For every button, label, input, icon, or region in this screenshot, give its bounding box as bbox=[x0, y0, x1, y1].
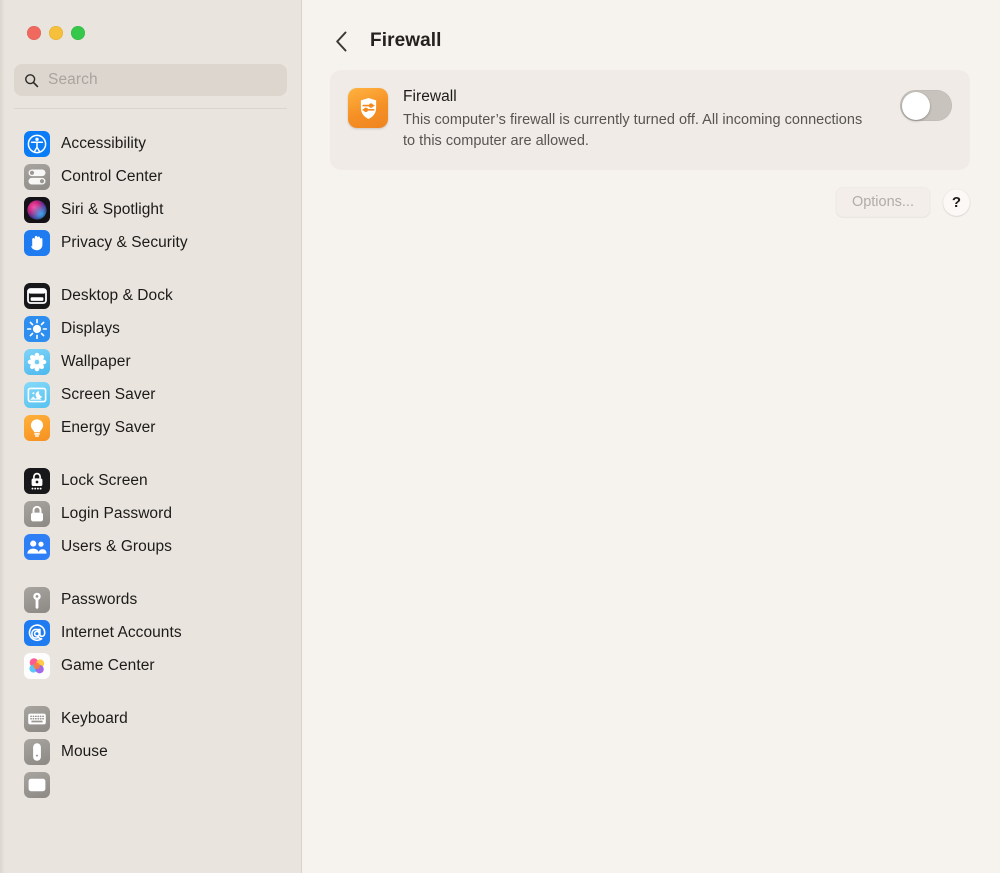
firewall-card-title: Firewall bbox=[403, 88, 457, 105]
sidebar-item-label: Displays bbox=[61, 319, 120, 337]
firewall-card: Firewall This computer’s firewall is cur… bbox=[330, 70, 970, 171]
sidebar-item-privacy-security[interactable]: Privacy & Security bbox=[8, 226, 293, 259]
traffic-lights bbox=[0, 0, 301, 52]
keyboard-icon bbox=[24, 705, 50, 732]
sidebar-item-label: Control Center bbox=[61, 167, 163, 185]
system-settings-window: Search Accessibility Control Center Siri… bbox=[0, 0, 1000, 873]
search-input[interactable]: Search bbox=[14, 64, 287, 96]
sidebar-item-label: Accessibility bbox=[61, 134, 147, 152]
sidebar-group-1: Accessibility Control Center Siri & Spot… bbox=[0, 127, 301, 259]
sidebar-item-keyboard[interactable]: Keyboard bbox=[8, 702, 293, 735]
sidebar-item-users-groups[interactable]: Users & Groups bbox=[8, 530, 293, 563]
passwords-icon bbox=[24, 586, 50, 613]
sidebar-item-screen-saver[interactable]: Screen Saver bbox=[8, 378, 293, 411]
desktop-dock-icon bbox=[24, 282, 50, 309]
sidebar-item-label: Keyboard bbox=[61, 709, 128, 727]
energy-saver-icon bbox=[24, 414, 50, 441]
sidebar-item-label: Game Center bbox=[61, 656, 155, 674]
sidebar: Search Accessibility Control Center Siri… bbox=[0, 0, 302, 873]
help-button[interactable]: ? bbox=[943, 188, 970, 216]
sidebar-scroll-area[interactable]: Accessibility Control Center Siri & Spot… bbox=[0, 121, 301, 873]
wallpaper-icon bbox=[24, 348, 50, 375]
login-password-icon bbox=[24, 500, 50, 527]
sidebar-item-label: Wallpaper bbox=[61, 352, 131, 370]
lock-screen-icon bbox=[24, 467, 50, 494]
sidebar-divider bbox=[14, 108, 287, 109]
sidebar-group-2: Desktop & Dock Displays Wallpaper Screen… bbox=[0, 279, 301, 444]
firewall-icon bbox=[348, 88, 388, 128]
firewall-card-description: This computer’s firewall is currently tu… bbox=[403, 112, 863, 149]
screen-saver-icon bbox=[24, 381, 50, 408]
sidebar-group-4: Passwords Internet Accounts Game Center bbox=[0, 583, 301, 682]
toggle-knob bbox=[901, 91, 930, 120]
sidebar-group-3: Lock Screen Login Password Users & Group… bbox=[0, 464, 301, 563]
sidebar-item-label: Siri & Spotlight bbox=[61, 200, 164, 218]
firewall-card-text: Firewall This computer’s firewall is cur… bbox=[403, 87, 885, 151]
sidebar-item-energy-saver[interactable]: Energy Saver bbox=[8, 411, 293, 444]
main-content: Firewall Firewall This computer’s firewa… bbox=[302, 0, 1000, 873]
options-button[interactable]: Options... bbox=[835, 187, 930, 218]
sidebar-item-label: Desktop & Dock bbox=[61, 286, 173, 304]
sidebar-item-label: Energy Saver bbox=[61, 418, 156, 436]
siri-icon bbox=[24, 196, 50, 223]
sidebar-item-label: Login Password bbox=[61, 504, 172, 522]
internet-accounts-icon bbox=[24, 619, 50, 646]
sidebar-item-internet-accounts[interactable]: Internet Accounts bbox=[8, 616, 293, 649]
sidebar-item-label: Internet Accounts bbox=[61, 623, 182, 641]
sidebar-item-wallpaper[interactable]: Wallpaper bbox=[8, 345, 293, 378]
sidebar-item-login-password[interactable]: Login Password bbox=[8, 497, 293, 530]
sidebar-item-game-center[interactable]: Game Center bbox=[8, 649, 293, 682]
control-center-icon bbox=[24, 163, 50, 190]
sidebar-item-label: Screen Saver bbox=[61, 385, 156, 403]
sidebar-item-label: Mouse bbox=[61, 742, 108, 760]
privacy-security-icon bbox=[24, 229, 50, 256]
trackpad-icon bbox=[24, 771, 50, 798]
sidebar-item-accessibility[interactable]: Accessibility bbox=[8, 127, 293, 160]
search-placeholder: Search bbox=[48, 71, 98, 88]
sidebar-group-5: Keyboard Mouse bbox=[0, 702, 301, 801]
back-button[interactable] bbox=[330, 28, 352, 54]
sidebar-item-label: Lock Screen bbox=[61, 471, 148, 489]
sidebar-item-label: Privacy & Security bbox=[61, 233, 188, 251]
mouse-icon bbox=[24, 738, 50, 765]
maximize-window-button[interactable] bbox=[71, 26, 85, 40]
sidebar-item-siri-spotlight[interactable]: Siri & Spotlight bbox=[8, 193, 293, 226]
firewall-toggle[interactable] bbox=[900, 90, 952, 121]
sidebar-item-passwords[interactable]: Passwords bbox=[8, 583, 293, 616]
minimize-window-button[interactable] bbox=[49, 26, 63, 40]
action-row: Options... ? bbox=[302, 187, 970, 218]
sidebar-item-partial-cutoff[interactable] bbox=[8, 768, 293, 801]
sidebar-item-control-center[interactable]: Control Center bbox=[8, 160, 293, 193]
sidebar-item-displays[interactable]: Displays bbox=[8, 312, 293, 345]
accessibility-icon bbox=[24, 130, 50, 157]
users-groups-icon bbox=[24, 533, 50, 560]
sidebar-item-lock-screen[interactable]: Lock Screen bbox=[8, 464, 293, 497]
search-container: Search bbox=[0, 52, 301, 109]
displays-icon bbox=[24, 315, 50, 342]
sidebar-item-mouse[interactable]: Mouse bbox=[8, 735, 293, 768]
search-icon bbox=[24, 73, 39, 88]
page-title: Firewall bbox=[370, 30, 442, 51]
sidebar-item-desktop-dock[interactable]: Desktop & Dock bbox=[8, 279, 293, 312]
sidebar-item-label: Passwords bbox=[61, 590, 138, 608]
close-window-button[interactable] bbox=[27, 26, 41, 40]
main-header: Firewall bbox=[302, 0, 1000, 60]
sidebar-item-label: Users & Groups bbox=[61, 537, 172, 555]
game-center-icon bbox=[24, 652, 50, 679]
